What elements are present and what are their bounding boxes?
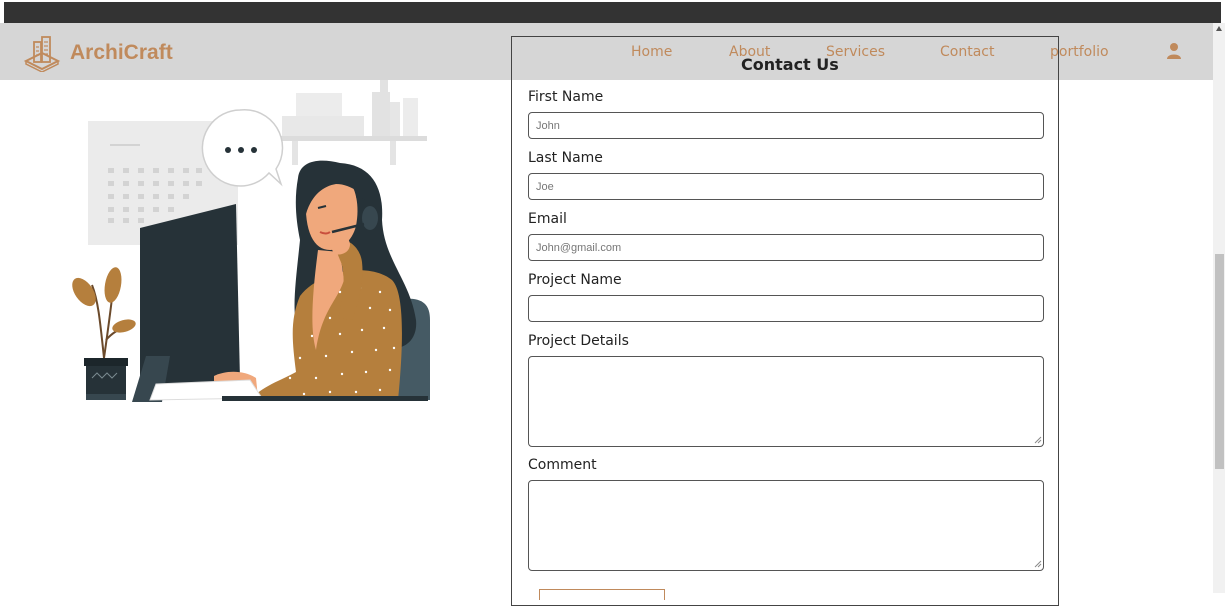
support-illustration: [72, 80, 430, 402]
comment-textarea[interactable]: [528, 480, 1044, 571]
first-name-input[interactable]: [528, 112, 1044, 139]
project-name-label: Project Name: [528, 272, 622, 288]
project-details-label: Project Details: [528, 333, 629, 349]
brand-logo[interactable]: ArchiCraft: [22, 34, 173, 72]
user-icon[interactable]: [1166, 42, 1182, 60]
browser-top-bar: [4, 2, 1221, 23]
last-name-input[interactable]: [528, 173, 1044, 200]
resize-grip-icon[interactable]: [1034, 560, 1042, 568]
brand-name: ArchiCraft: [70, 41, 173, 64]
scroll-up-arrow-icon[interactable]: [1216, 26, 1222, 31]
resize-grip-icon[interactable]: [1034, 436, 1042, 444]
ellipsis-icon: [225, 147, 231, 153]
first-name-label: First Name: [528, 89, 604, 105]
form-title: Contact Us: [741, 55, 839, 74]
email-input[interactable]: [528, 234, 1044, 261]
comment-label: Comment: [528, 457, 597, 473]
project-name-input[interactable]: [528, 295, 1044, 322]
email-label: Email: [528, 211, 567, 227]
last-name-label: Last Name: [528, 150, 603, 166]
submit-button[interactable]: [539, 589, 665, 600]
scrollbar-thumb[interactable]: [1215, 254, 1224, 469]
project-details-textarea[interactable]: [528, 356, 1044, 447]
building-logo-icon: [23, 36, 61, 72]
